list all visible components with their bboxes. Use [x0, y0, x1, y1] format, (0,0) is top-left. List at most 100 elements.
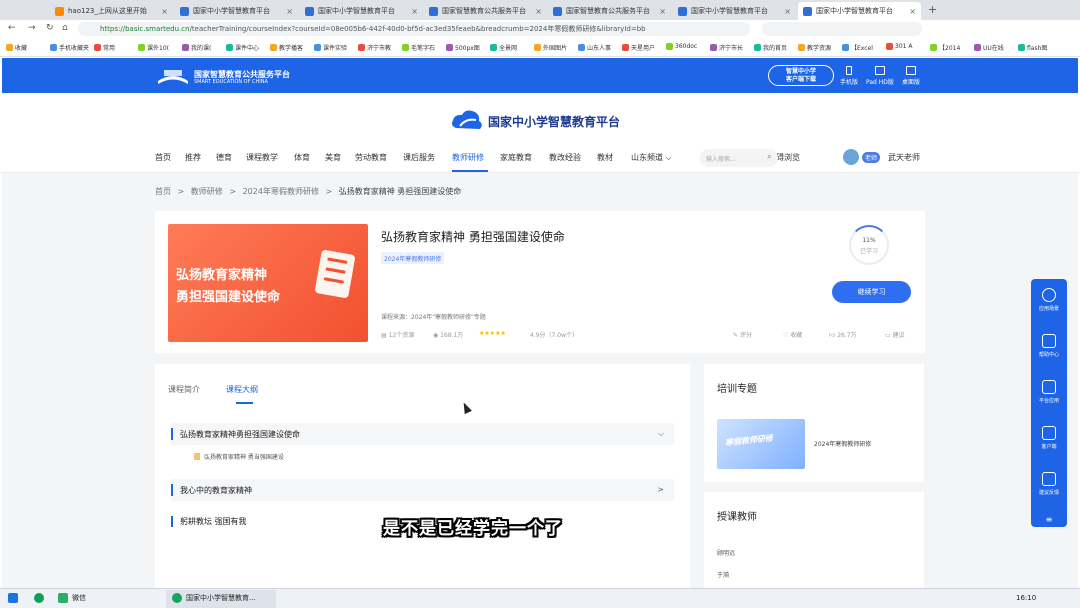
bookmark-item[interactable]: 课件实验 — [314, 43, 347, 52]
bookmark-item[interactable]: 济宁市教 — [358, 43, 391, 52]
browser-tab-active[interactable]: 国家中小学智慧教育平台 × — [798, 2, 921, 20]
suggest-button[interactable]: ▭ 建议 — [885, 330, 905, 339]
client-button[interactable]: 客户端 — [1031, 426, 1067, 450]
teacher-name[interactable]: 顾明远 — [717, 548, 735, 557]
nav-item-shandong[interactable]: 山东频道 ⌵ — [631, 152, 672, 163]
breadcrumb-link[interactable]: 2024年寒假教师研修 — [243, 187, 319, 196]
bookmark-item[interactable]: 外国图片 — [534, 43, 567, 52]
video-subtitle: 是不是已经学完一个了 — [383, 519, 563, 539]
bookmark-item[interactable]: 301 A — [886, 43, 912, 50]
bookmark-item[interactable]: 济宁市长 — [710, 43, 743, 52]
menu-icon[interactable]: ≡ — [1031, 515, 1067, 524]
outline-section[interactable]: 弘扬教育家精神勇担强国建设使命 ⌵ — [171, 423, 674, 445]
bookmark-item[interactable]: 手机收藏夹 — [50, 43, 89, 52]
help-center-button[interactable]: 帮助中心 — [1031, 334, 1067, 358]
nav-item[interactable]: 劳动教育 — [355, 152, 387, 163]
teacher-name[interactable]: 于漪 — [717, 570, 729, 579]
refresh-icon[interactable]: ↻ — [46, 23, 54, 33]
rate-button[interactable]: ✎ 评分 — [733, 330, 752, 339]
mobile-version-link[interactable]: 手机版 — [840, 66, 858, 86]
nav-item[interactable]: 家庭教育 — [500, 152, 532, 163]
bookmark-item[interactable]: 课件中心 — [226, 43, 259, 52]
nav-item[interactable]: 首页 — [155, 152, 171, 163]
browser-tab[interactable]: 国家中小学智慧教育平台 × — [300, 2, 423, 20]
breadcrumb-link[interactable]: 教师研修 — [191, 187, 223, 196]
url-field[interactable]: https://basic.smartedu.cn/teacherTrainin… — [78, 22, 750, 36]
avatar[interactable] — [843, 149, 859, 165]
close-icon[interactable]: × — [909, 7, 916, 16]
close-icon[interactable]: × — [659, 7, 666, 16]
back-icon[interactable]: ← — [8, 23, 16, 33]
bookmark-item[interactable]: 我的首页 — [754, 43, 787, 52]
pad-version-link[interactable]: Pad HD版 — [866, 66, 894, 86]
forward-icon[interactable]: → — [28, 23, 36, 33]
bookmark-item[interactable]: 教学资源 — [798, 43, 831, 52]
bookmark-item[interactable]: 【Excel — [842, 43, 873, 52]
bookmark-item[interactable]: 毛笔字石 — [402, 43, 435, 52]
new-tab-button[interactable]: + — [928, 3, 937, 16]
close-icon[interactable]: × — [161, 7, 168, 16]
bookmark-item[interactable]: 全景网 — [490, 43, 517, 52]
feedback-button[interactable]: 建议反馈 — [1031, 472, 1067, 496]
nav-item[interactable]: 教改经验 — [549, 152, 581, 163]
browser-tab[interactable]: 国家智慧教育公共服务平台 × — [548, 2, 671, 20]
training-item[interactable]: 2024年寒假教师研修 — [814, 439, 871, 448]
bookmark-item[interactable]: 360doc — [666, 43, 697, 50]
nav-item[interactable]: 课后服务 — [403, 152, 435, 163]
nav-item[interactable]: 推荐 — [185, 152, 201, 163]
user-name[interactable]: 武天老师 — [888, 152, 920, 163]
client-download-button[interactable]: 智慧中小学 客户端下载 — [768, 65, 834, 86]
training-thumbnail[interactable]: 寒假教师研修 — [717, 419, 805, 469]
browser-tab[interactable]: hao123_上网从这里开始 × — [50, 2, 173, 20]
browser-search-box[interactable] — [762, 22, 922, 36]
breadcrumb-link[interactable]: 首页 — [155, 187, 171, 196]
bookmark-item[interactable]: UU在线 — [974, 43, 1004, 52]
nav-item-active[interactable]: 教师研修 — [452, 152, 484, 163]
close-icon[interactable]: × — [535, 7, 542, 16]
bookmark-item[interactable]: 天星用户 — [622, 43, 655, 52]
bookmark-item[interactable]: 我的课( — [182, 43, 211, 52]
home-icon[interactable]: ⌂ — [62, 23, 68, 33]
bookmark-item[interactable]: 课外10( — [138, 43, 169, 52]
outline-lesson[interactable]: 弘扬教育家精神 勇当强国建设 — [194, 452, 284, 461]
close-icon[interactable]: × — [784, 7, 791, 16]
tab-active-underline — [236, 402, 253, 404]
site-search-input[interactable]: 输入搜索... ⌕ — [700, 149, 778, 167]
platform-apps-button[interactable]: 平台应用 — [1031, 380, 1067, 404]
platform-logo[interactable]: 国家中小学智慧教育平台 — [450, 108, 620, 134]
monitor-icon — [906, 66, 916, 75]
browser-tab[interactable]: 国家智慧教育公共服务平台 × — [424, 2, 547, 20]
nav-item[interactable]: 课程教学 — [246, 152, 278, 163]
tab-course-outline[interactable]: 课程大纲 — [226, 384, 258, 395]
nav-item[interactable]: 美育 — [325, 152, 341, 163]
close-icon[interactable]: × — [286, 7, 293, 16]
outline-section[interactable]: 躬耕教坛 强国有我 — [171, 516, 247, 527]
browser-tab[interactable]: 国家中小学智慧教育平台 × — [673, 2, 796, 20]
edge-icon[interactable] — [34, 593, 48, 603]
continue-learning-button[interactable]: 继续学习 — [832, 281, 911, 303]
taskbar-browser-window[interactable]: 国家中小学智慧教育... — [172, 593, 256, 603]
like-button[interactable]: 👍︎ 26.7万 — [829, 330, 857, 339]
bookmark-item[interactable]: 常用 — [94, 43, 115, 52]
app-scenarios-button[interactable]: 应用场景 — [1031, 288, 1067, 312]
bookmark-item[interactable]: 山东人事 — [578, 43, 611, 52]
nav-item[interactable]: 体育 — [294, 152, 310, 163]
bookmark-item[interactable]: flash图 — [1018, 43, 1047, 52]
windows-start-icon[interactable] — [8, 593, 22, 603]
bookmark-item[interactable]: 500px图 — [446, 43, 480, 52]
bookmark-item[interactable]: 【2014 — [930, 43, 960, 52]
close-icon[interactable]: × — [411, 7, 418, 16]
nav-item[interactable]: 教材 — [597, 152, 613, 163]
nav-item[interactable]: 德育 — [216, 152, 232, 163]
outline-section[interactable]: 我心中的教育家精神 > — [171, 479, 674, 501]
bookmark-icon — [314, 44, 321, 51]
bookmark-item[interactable]: 收藏 — [6, 43, 27, 52]
site-logo[interactable]: 国家智慧教育公共服务平台 SMART EDUCATION OF CHINA — [156, 67, 290, 89]
favorite-button[interactable]: ♡ 收藏 — [783, 330, 802, 339]
tab-course-intro[interactable]: 课程简介 — [168, 384, 200, 395]
browser-tab[interactable]: 国家中小学智慧教育平台 × — [175, 2, 298, 20]
search-icon[interactable]: ⌕ — [767, 152, 772, 162]
desktop-version-link[interactable]: 桌面版 — [902, 66, 920, 86]
taskbar-wechat[interactable]: 微信 — [58, 593, 86, 603]
bookmark-item[interactable]: 教学播客 — [270, 43, 303, 52]
